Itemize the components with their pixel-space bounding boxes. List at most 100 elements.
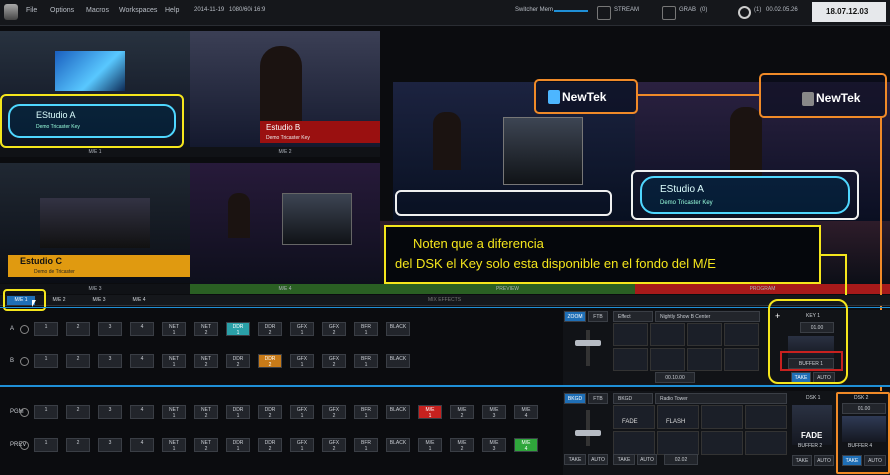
- source-button-4[interactable]: 4: [130, 354, 154, 368]
- source-button-6[interactable]: NET 2: [194, 322, 218, 336]
- transition-thumb[interactable]: [724, 323, 759, 346]
- source-button-12[interactable]: BLACK: [386, 322, 410, 336]
- source-button-7[interactable]: DDR 1: [226, 438, 250, 452]
- source-button-4[interactable]: 4: [130, 322, 154, 336]
- source-button-1[interactable]: 1: [34, 322, 58, 336]
- source-button-2[interactable]: 2: [66, 405, 90, 419]
- source-button-8[interactable]: DDR 2: [258, 322, 282, 336]
- source-button-16[interactable]: M/E 4: [514, 405, 538, 419]
- transition-thumb[interactable]: [613, 405, 655, 429]
- source-button-6[interactable]: NET 2: [194, 354, 218, 368]
- source-button-5[interactable]: NET 1: [162, 322, 186, 336]
- source-button-7[interactable]: DDR 2: [226, 354, 250, 368]
- source-button-8[interactable]: DDR 2: [258, 438, 282, 452]
- main-preset-dropdown[interactable]: Radio Tower: [655, 393, 787, 404]
- source-button-3[interactable]: 3: [98, 322, 122, 336]
- transition-thumb[interactable]: [701, 405, 743, 429]
- source-button-11[interactable]: BFR 1: [354, 322, 378, 336]
- tab-me2[interactable]: M/E 2: [45, 296, 73, 305]
- camera-icon[interactable]: [662, 6, 676, 20]
- menu-macros[interactable]: Macros: [86, 7, 109, 14]
- main-transition-time[interactable]: 02.02: [664, 454, 698, 465]
- transition-thumb[interactable]: [724, 348, 759, 371]
- transition-thumb[interactable]: [745, 405, 787, 429]
- joystick-icon[interactable]: [20, 441, 29, 450]
- transition-thumb[interactable]: [687, 323, 722, 346]
- preset-dropdown[interactable]: Nightly Show B Center: [655, 311, 760, 322]
- source-button-3[interactable]: 3: [98, 438, 122, 452]
- source-button-9[interactable]: GFX 1: [290, 438, 314, 452]
- monitor-me3[interactable]: Estudio C Demo de Tricaster: [0, 163, 190, 283]
- me-transition-time[interactable]: 00.10.00: [655, 372, 695, 383]
- source-button-1[interactable]: 1: [34, 354, 58, 368]
- record-icon[interactable]: [738, 6, 751, 19]
- main-take-button-2[interactable]: TAKE: [613, 454, 635, 465]
- source-button-14[interactable]: M/E 2: [450, 405, 474, 419]
- source-button-8[interactable]: DDR 2: [258, 354, 282, 368]
- source-button-15[interactable]: M/E 3: [482, 438, 506, 452]
- source-button-8[interactable]: DDR 2: [258, 405, 282, 419]
- source-button-5[interactable]: NET 1: [162, 405, 186, 419]
- source-button-2[interactable]: 2: [66, 438, 90, 452]
- source-button-13[interactable]: M/E 1: [418, 405, 442, 419]
- source-button-4[interactable]: 4: [130, 438, 154, 452]
- source-button-11[interactable]: BFR 1: [354, 354, 378, 368]
- joystick-icon[interactable]: [20, 357, 29, 366]
- source-button-11[interactable]: BFR 1: [354, 405, 378, 419]
- transition-thumb[interactable]: [687, 348, 722, 371]
- transition-thumb[interactable]: [613, 323, 648, 346]
- source-button-12[interactable]: BLACK: [386, 354, 410, 368]
- effect-dropdown[interactable]: Effect: [613, 311, 653, 322]
- source-button-11[interactable]: BFR 1: [354, 438, 378, 452]
- source-button-14[interactable]: M/E 2: [450, 438, 474, 452]
- grab-label[interactable]: GRAB: [679, 7, 696, 13]
- menu-help[interactable]: Help: [165, 7, 179, 14]
- source-button-9[interactable]: GFX 1: [290, 322, 314, 336]
- dsk1-auto-button[interactable]: AUTO: [814, 455, 834, 466]
- main-auto-button-2[interactable]: AUTO: [637, 454, 657, 465]
- source-button-10[interactable]: GFX 2: [322, 354, 346, 368]
- tab-me4[interactable]: M/E 4: [125, 296, 153, 305]
- main-tbar[interactable]: [573, 410, 603, 450]
- transition-thumb[interactable]: [701, 431, 743, 455]
- source-button-2[interactable]: 2: [66, 354, 90, 368]
- source-button-3[interactable]: 3: [98, 405, 122, 419]
- transition-thumb[interactable]: [650, 323, 685, 346]
- source-button-5[interactable]: NET 1: [162, 354, 186, 368]
- main-auto-button[interactable]: AUTO: [588, 454, 608, 465]
- menu-options[interactable]: Options: [50, 7, 74, 14]
- source-button-1[interactable]: 1: [34, 438, 58, 452]
- source-button-10[interactable]: GFX 2: [322, 405, 346, 419]
- source-button-10[interactable]: GFX 2: [322, 322, 346, 336]
- ftb-button[interactable]: FTB: [588, 393, 608, 404]
- source-button-5[interactable]: NET 1: [162, 438, 186, 452]
- transition-thumb[interactable]: [613, 431, 655, 455]
- source-button-6[interactable]: NET 2: [194, 405, 218, 419]
- me-tbar[interactable]: [573, 330, 603, 370]
- main-take-button[interactable]: TAKE: [564, 454, 586, 465]
- source-button-16[interactable]: M/E 4: [514, 438, 538, 452]
- source-button-13[interactable]: M/E 1: [418, 438, 442, 452]
- transition-thumb[interactable]: [657, 431, 699, 455]
- switcher-mem-slider[interactable]: [554, 10, 588, 12]
- source-button-3[interactable]: 3: [98, 354, 122, 368]
- transition-thumb[interactable]: [657, 405, 699, 429]
- transition-thumb[interactable]: [650, 348, 685, 371]
- monitor-me4[interactable]: [190, 163, 380, 284]
- joystick-icon[interactable]: [20, 325, 29, 334]
- dsk1-take-button[interactable]: TAKE: [792, 455, 812, 466]
- stream-label[interactable]: STREAM: [614, 7, 639, 13]
- transition-thumb[interactable]: [745, 431, 787, 455]
- stream-icon[interactable]: [597, 6, 611, 20]
- me-ftb-button[interactable]: FTB: [588, 311, 608, 322]
- menu-file[interactable]: File: [26, 7, 37, 14]
- tab-me3[interactable]: M/E 3: [85, 296, 113, 305]
- source-button-12[interactable]: BLACK: [386, 438, 410, 452]
- joystick-icon[interactable]: [20, 408, 29, 417]
- source-button-9[interactable]: GFX 1: [290, 405, 314, 419]
- source-button-4[interactable]: 4: [130, 405, 154, 419]
- transition-thumb[interactable]: [613, 348, 648, 371]
- source-button-15[interactable]: M/E 3: [482, 405, 506, 419]
- bkgd-button[interactable]: BKGD: [564, 393, 586, 404]
- source-button-2[interactable]: 2: [66, 322, 90, 336]
